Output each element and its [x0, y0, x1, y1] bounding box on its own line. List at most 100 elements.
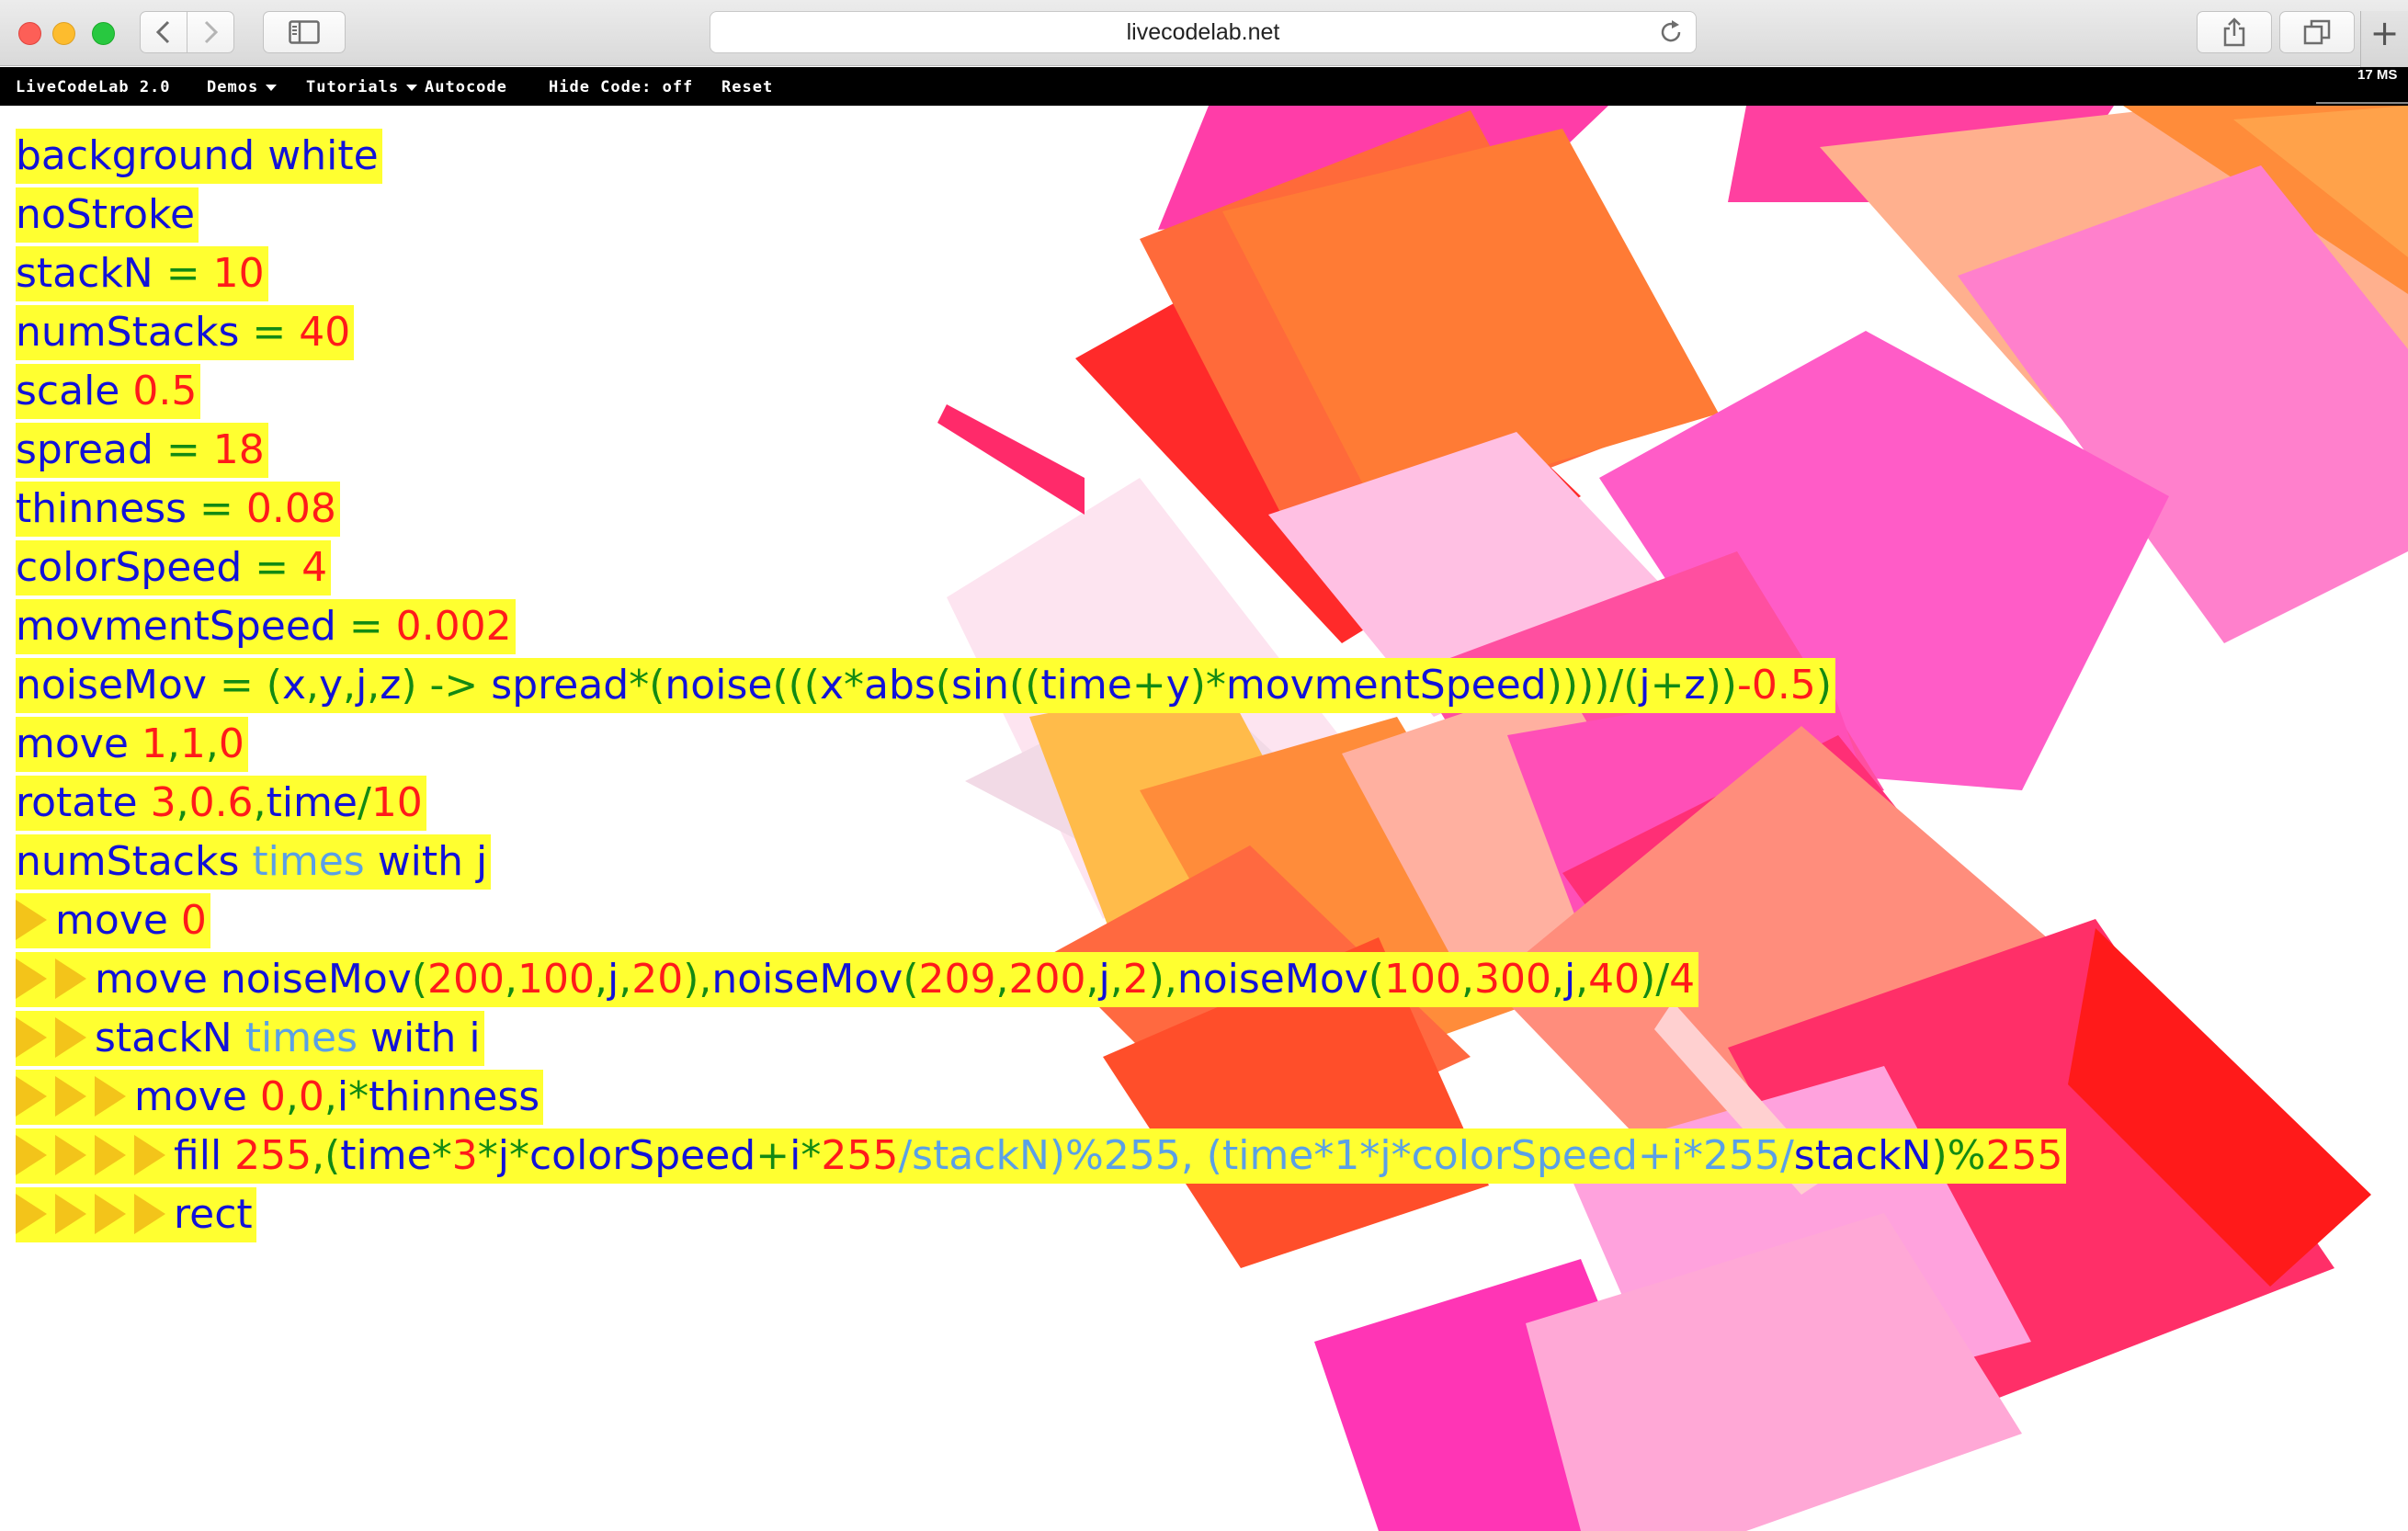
code-token: )	[1815, 662, 1832, 709]
code-token: move	[95, 956, 208, 1003]
code-token: ,(	[312, 1132, 341, 1179]
code-token: ,	[176, 779, 189, 826]
code-line-1[interactable]: background white	[16, 129, 382, 184]
close-window-button[interactable]	[18, 22, 41, 45]
code-line-15[interactable]: move noiseMov(200,100,j,20),noiseMov(209…	[16, 952, 1699, 1007]
code-token: with	[358, 1015, 457, 1061]
code-token: ,	[1109, 956, 1123, 1003]
code-line-10[interactable]: noiseMov = (x,y,j,z) -> spread*(noise(((…	[16, 658, 1835, 713]
code-token: 300	[1473, 956, 1551, 1003]
code-token: colorSpeed	[16, 544, 243, 591]
code-token: j	[1639, 662, 1651, 709]
indent-marker	[134, 1194, 165, 1234]
code-line-5[interactable]: scale 0.5	[16, 364, 201, 419]
code-token: y	[1165, 662, 1190, 709]
code-line-19[interactable]: rect	[16, 1187, 256, 1242]
address-bar[interactable]: livecodelab.net	[710, 11, 1697, 53]
forward-button[interactable]	[187, 11, 234, 53]
code-token: 0.5	[119, 368, 198, 414]
code-token: fill	[174, 1132, 222, 1179]
code-token: noiseMov	[711, 956, 903, 1003]
code-token: z	[1684, 662, 1706, 709]
maximize-window-button[interactable]	[92, 22, 115, 45]
tutorials-menu[interactable]: Tutorials	[306, 78, 418, 96]
code-token: i	[336, 1073, 349, 1120]
code-token: 1	[128, 720, 167, 767]
code-token: ,	[367, 662, 381, 709]
code-line-13[interactable]: numStacks times with j	[16, 834, 492, 890]
code-token: noiseMov	[207, 956, 412, 1003]
code-token: 0.6	[188, 779, 254, 826]
code-token: time	[340, 1132, 432, 1179]
reload-button[interactable]	[1657, 18, 1685, 52]
code-token: times	[232, 1015, 358, 1061]
code-token: 0	[246, 1073, 286, 1120]
back-icon	[155, 20, 170, 44]
code-token: y	[319, 662, 344, 709]
code-line-16[interactable]: stackN times with i	[16, 1011, 484, 1066]
code-token: i	[456, 1015, 481, 1061]
demos-label: Demos	[207, 78, 259, 96]
code-token: abs	[864, 662, 936, 709]
code-line-11[interactable]: move 1,1,0	[16, 717, 248, 772]
code-line-12[interactable]: rotate 3,0.6,time/10	[16, 776, 426, 831]
code-line-2[interactable]: noStroke	[16, 187, 199, 243]
code-line-6[interactable]: spread = 18	[16, 423, 268, 478]
new-tab-icon: +	[2369, 13, 2400, 53]
indent-marker	[55, 1076, 86, 1117]
code-token: rect	[174, 1191, 253, 1238]
back-button[interactable]	[140, 11, 187, 53]
code-line-14[interactable]: move 0	[16, 893, 210, 948]
code-token: 255	[821, 1132, 899, 1179]
hide-code-toggle[interactable]: Hide Code: off	[549, 78, 693, 96]
autocode-button[interactable]: Autocode	[425, 78, 507, 96]
code-line-8[interactable]: colorSpeed = 4	[16, 540, 332, 595]
code-token: 3	[451, 1132, 478, 1179]
code-token: 0	[218, 720, 244, 767]
code-token: )%	[1931, 1132, 1986, 1179]
code-token: 0.08	[245, 485, 336, 532]
demos-menu[interactable]: Demos	[207, 78, 278, 96]
code-line-9[interactable]: movmentSpeed = 0.002	[16, 599, 516, 654]
code-token: move	[55, 897, 168, 944]
code-token: z	[380, 662, 402, 709]
code-line-3[interactable]: stackN = 10	[16, 246, 268, 301]
brand-label[interactable]: LiveCodeLab 2.0	[16, 78, 171, 96]
indent-marker	[55, 1194, 86, 1234]
browser-toolbar: livecodelab.net	[0, 0, 2408, 66]
code-token: 0.002	[395, 603, 512, 650]
code-token: 10	[370, 779, 423, 826]
code-token: movmentSpeed	[16, 603, 336, 650]
indent-marker	[134, 1135, 165, 1175]
code-token: noiseMov	[1176, 956, 1369, 1003]
code-token: -0.5	[1736, 662, 1816, 709]
reset-button[interactable]: Reset	[721, 78, 773, 96]
code-token: +	[1131, 662, 1166, 709]
code-token: *	[801, 1132, 822, 1179]
code-token: rotate	[16, 779, 138, 826]
code-line-17[interactable]: move 0,0,i*thinness	[16, 1070, 544, 1125]
code-token: +	[1650, 662, 1685, 709]
indent-marker	[16, 1194, 47, 1234]
code-line-18[interactable]: fill 255,(time*3*j*colorSpeed+i*255/stac…	[16, 1128, 2067, 1184]
share-button[interactable]	[2197, 11, 2272, 53]
code-line-7[interactable]: thinness = 0.08	[16, 482, 340, 537]
minimize-window-button[interactable]	[52, 22, 75, 45]
indent-marker	[16, 1017, 47, 1058]
code-token: times	[239, 838, 365, 885]
code-token: 4	[1669, 956, 1696, 1003]
code-token: 40	[299, 309, 351, 356]
code-line-4[interactable]: numStacks = 40	[16, 305, 355, 360]
indent-marker	[16, 1135, 47, 1175]
code-token: with	[364, 838, 464, 885]
code-token: j	[463, 838, 488, 885]
tabs-overview-button[interactable]	[2279, 11, 2355, 53]
code-token: ))	[1705, 662, 1737, 709]
code-token: noStroke	[16, 191, 196, 238]
code-token: =	[242, 544, 302, 591]
sidebar-button[interactable]	[263, 11, 346, 53]
sidebar-icon	[289, 20, 320, 44]
indent-marker	[16, 900, 47, 940]
code-token: =	[153, 426, 213, 473]
code-token: i	[789, 1132, 801, 1179]
